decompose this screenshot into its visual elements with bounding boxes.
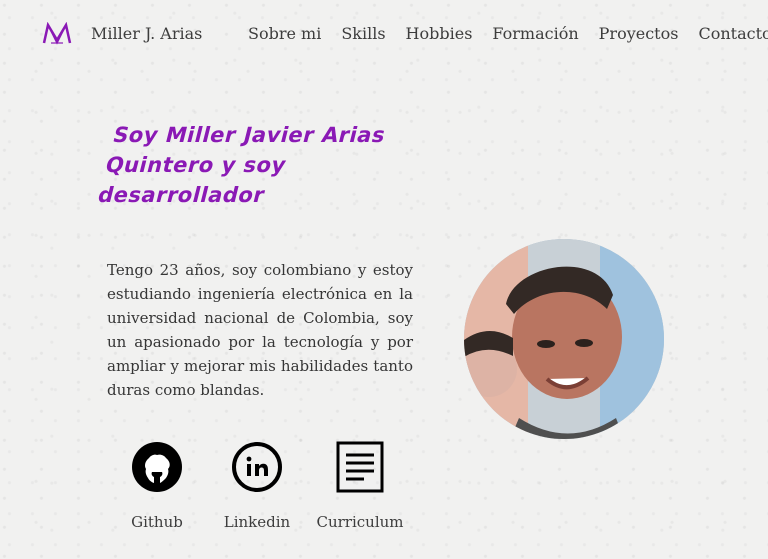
github-label: Github bbox=[131, 513, 183, 531]
linkedin-icon bbox=[232, 442, 282, 492]
nav-sobre-mi[interactable]: Sobre mi bbox=[248, 24, 321, 43]
nav-proyectos[interactable]: Proyectos bbox=[599, 24, 679, 43]
nav-formacion[interactable]: Formación bbox=[492, 24, 578, 43]
nav-contacto[interactable]: Contacto bbox=[698, 24, 768, 43]
profile-photo bbox=[464, 239, 664, 439]
main-nav: Sobre mi Skills Hobbies Formación Proyec… bbox=[248, 24, 768, 43]
curriculum-label: Curriculum bbox=[316, 513, 404, 531]
linkedin-link[interactable]: Linkedin bbox=[223, 441, 291, 531]
nav-skills[interactable]: Skills bbox=[341, 24, 385, 43]
linkedin-label: Linkedin bbox=[223, 513, 291, 531]
hero-bio: Tengo 23 años, soy colombiano y estoy es… bbox=[107, 261, 413, 399]
top-navigation: Miller J. Arias Sobre mi Skills Hobbies … bbox=[0, 0, 768, 68]
github-link[interactable]: Github bbox=[131, 441, 183, 531]
curriculum-icon bbox=[336, 441, 384, 493]
logo-icon[interactable] bbox=[42, 21, 72, 46]
github-icon bbox=[132, 442, 182, 492]
hero-headline: Soy Miller Javier Arias Quintero y soy d… bbox=[95, 123, 389, 208]
brand-name: Miller J. Arias bbox=[91, 24, 203, 43]
nav-hobbies[interactable]: Hobbies bbox=[406, 24, 473, 43]
curriculum-link[interactable]: Curriculum bbox=[316, 441, 404, 531]
